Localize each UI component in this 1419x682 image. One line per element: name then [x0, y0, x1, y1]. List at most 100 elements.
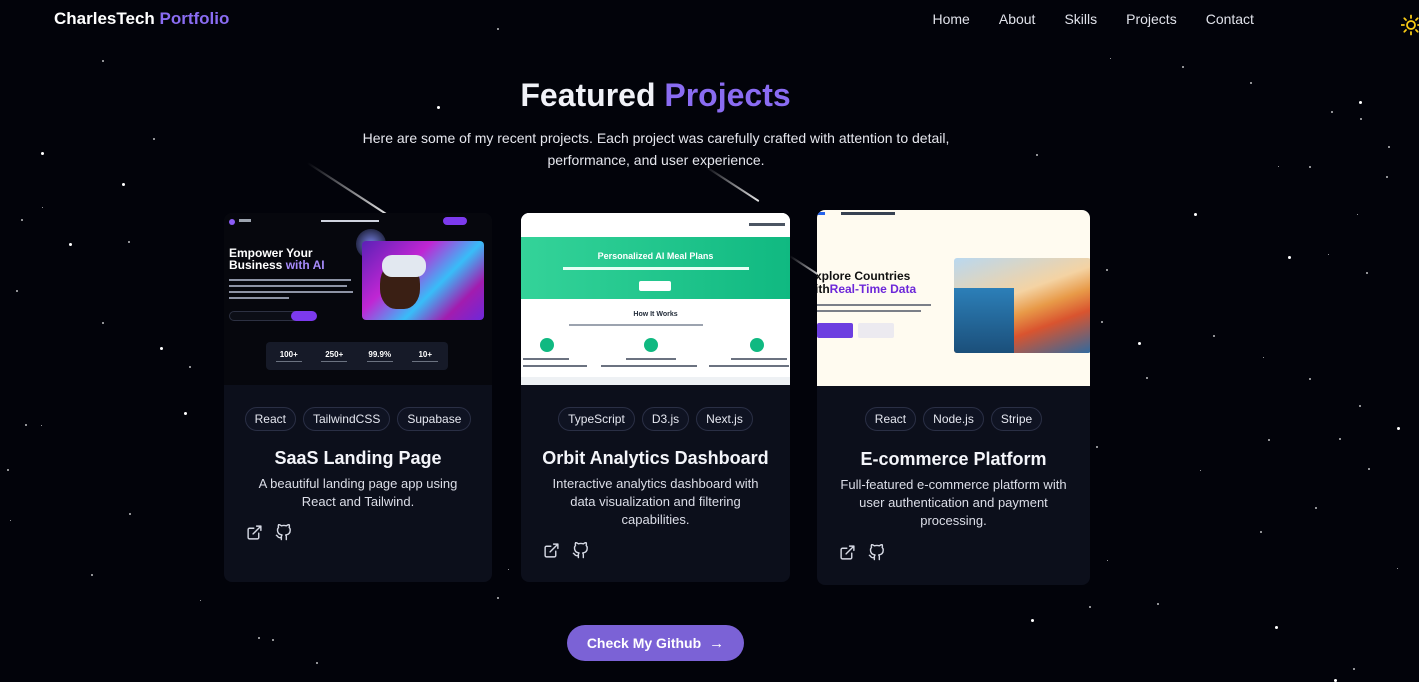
github-icon[interactable] — [572, 542, 589, 559]
site-logo[interactable]: CharlesTech Portfolio — [54, 9, 229, 29]
thumb-submit-button — [291, 311, 317, 321]
star — [25, 424, 27, 426]
star — [1309, 378, 1311, 380]
star — [160, 347, 163, 350]
check-github-label: Check My Github — [586, 635, 702, 651]
star — [1359, 101, 1362, 104]
tech-tag: Next.js — [696, 407, 753, 431]
star — [122, 183, 125, 186]
thumb-hero-band: Personalized AI Meal Plans — [521, 237, 790, 299]
nav-contact[interactable]: Contact — [1191, 11, 1268, 27]
section-intro: Here are some of my recent projects. Eac… — [362, 130, 950, 168]
star — [1386, 176, 1388, 178]
star — [1388, 146, 1390, 148]
star — [1397, 427, 1400, 430]
external-link-icon[interactable] — [839, 544, 856, 561]
thumb-photo-visor — [382, 255, 426, 277]
project-card-orbit: Personalized AI Meal Plans How It Works … — [521, 213, 790, 582]
star — [1138, 342, 1141, 345]
thumb-text-line — [626, 358, 676, 360]
star — [1268, 439, 1270, 441]
thumb-stat: 99.9% — [366, 350, 393, 362]
thumb-hero-line2: Business — [229, 258, 283, 272]
nav-home[interactable]: Home — [918, 11, 984, 27]
project-thumbnail[interactable]: Empower Your Business with AI 100+ 250+ … — [224, 213, 492, 385]
star — [1288, 256, 1291, 259]
thumb-text-line — [601, 365, 697, 367]
star — [497, 597, 499, 599]
tech-tag: React — [864, 407, 917, 431]
tech-tag: TypeScript — [558, 407, 635, 431]
star — [497, 28, 499, 30]
github-icon[interactable] — [868, 544, 885, 561]
star — [1182, 66, 1184, 68]
star — [1366, 272, 1368, 274]
star — [1360, 118, 1362, 120]
thumb-nav-cta — [443, 217, 467, 225]
star — [91, 574, 93, 576]
project-thumbnail[interactable]: Personalized AI Meal Plans How It Works — [521, 213, 790, 385]
external-link-icon[interactable] — [543, 542, 560, 559]
thumb-nav — [521, 213, 790, 237]
project-thumbnail[interactable]: xplore Countries ithReal-Time Data — [817, 210, 1090, 386]
thumb-text-line — [229, 285, 347, 287]
thumb-stat-value: 99.9% — [368, 350, 392, 359]
section-title: Featured Projects — [0, 77, 1311, 114]
star — [1339, 438, 1341, 440]
star — [316, 662, 318, 664]
thumb-footer — [521, 377, 790, 385]
thumb-text-line — [523, 358, 569, 360]
thumb-secondary-button — [858, 323, 894, 338]
star — [1260, 531, 1262, 533]
star — [128, 241, 130, 243]
check-github-button[interactable]: Check My Github → — [567, 625, 744, 661]
nav-skills[interactable]: Skills — [1050, 11, 1112, 27]
star — [41, 425, 42, 426]
thumb-logo-text — [239, 219, 251, 222]
logo-accent-text: Portfolio — [159, 9, 230, 28]
thumb-hero-heading: xplore Countries ithReal-Time Data — [817, 270, 916, 296]
github-icon[interactable] — [275, 524, 292, 541]
thumb-text-line — [817, 310, 921, 312]
star — [1353, 668, 1355, 670]
thumb-hero-line2: ith — [817, 282, 830, 296]
tech-tag: D3.js — [641, 407, 690, 431]
tech-tags: React Node.js Stripe — [817, 407, 1090, 431]
nav-projects[interactable]: Projects — [1112, 11, 1192, 27]
star — [1397, 568, 1398, 569]
thumb-stat: 100+ — [275, 350, 302, 362]
star — [129, 513, 131, 515]
thumb-text-line — [817, 304, 931, 306]
nav-about[interactable]: About — [984, 11, 1050, 27]
tech-tags: React TailwindCSS Supabase — [224, 407, 492, 431]
star — [508, 569, 509, 570]
star — [189, 366, 191, 368]
project-links — [246, 524, 292, 541]
star — [1309, 166, 1311, 168]
star — [1278, 166, 1279, 167]
tech-tag: Node.js — [923, 407, 984, 431]
star — [1101, 321, 1103, 323]
star — [1107, 560, 1108, 561]
tech-tag: TailwindCSS — [302, 407, 391, 431]
project-links — [839, 544, 885, 561]
star — [258, 637, 260, 639]
arrow-right-icon: → — [709, 634, 725, 652]
theme-toggle-button[interactable] — [1401, 14, 1419, 36]
star — [153, 138, 155, 140]
tech-tag: React — [244, 407, 296, 431]
star — [1275, 626, 1278, 629]
star — [184, 412, 187, 415]
thumb-text-line — [731, 358, 787, 360]
thumb-photo-sea — [954, 288, 1014, 353]
project-title: SaaS Landing Page — [274, 448, 442, 468]
star — [1036, 154, 1038, 156]
star — [1331, 111, 1333, 113]
star — [42, 207, 43, 208]
star — [1089, 606, 1091, 608]
external-link-icon[interactable] — [246, 524, 263, 541]
star — [1157, 603, 1159, 605]
tech-tags: TypeScript D3.js Next.js — [521, 407, 790, 431]
thumb-text-line — [229, 297, 289, 299]
thumb-stats-bar: 100+ 250+ 99.9% 10+ — [266, 342, 448, 370]
